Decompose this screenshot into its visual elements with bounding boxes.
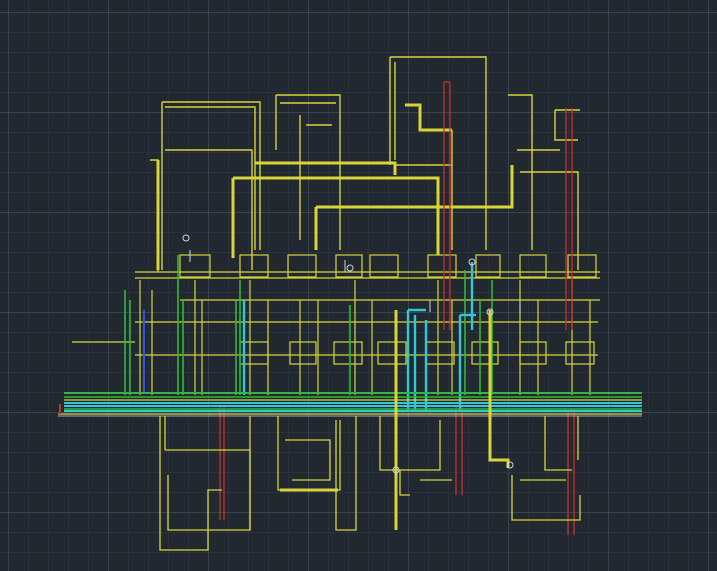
equipment-row-bottom <box>72 321 598 365</box>
piping-layout-drawing[interactable] <box>0 0 717 571</box>
pipe-run <box>399 470 410 496</box>
vertical-drops <box>139 280 591 395</box>
header-pipe <box>233 176 440 255</box>
manifold-block <box>471 341 499 365</box>
header-pipe <box>255 161 397 175</box>
fitting-marker <box>346 264 354 272</box>
manifold-block <box>287 254 317 278</box>
manifold-block <box>475 254 501 278</box>
manifold-block <box>425 341 455 365</box>
fitting-marker <box>182 234 190 242</box>
manifold-block <box>427 254 457 278</box>
manifold-block <box>369 254 399 278</box>
manifold-block <box>519 254 547 278</box>
pipe-run <box>276 94 341 250</box>
header-pipe <box>316 165 514 209</box>
manifold-block <box>335 254 363 278</box>
equipment-row-top <box>135 254 600 301</box>
pipe-run <box>285 439 331 481</box>
main-bus-bands <box>58 392 642 417</box>
manifold-block <box>179 254 211 278</box>
pipe-run <box>277 416 341 491</box>
cyan-risers <box>242 262 476 410</box>
pipe-run <box>379 416 441 471</box>
pipe-run <box>165 149 253 270</box>
manifold-block <box>333 341 363 365</box>
main-header-runs <box>156 103 514 270</box>
pipe-run <box>162 101 261 250</box>
pipe-run <box>335 416 357 531</box>
manifold-block <box>289 341 317 365</box>
manifold-block <box>519 341 547 365</box>
lower-thick-drops <box>280 310 510 530</box>
manifold-block <box>239 254 269 278</box>
pipe-run <box>511 475 581 521</box>
manifold-block <box>377 341 407 365</box>
header-pipe <box>405 103 452 132</box>
cad-model-space[interactable] <box>0 0 717 571</box>
fittings <box>182 234 521 474</box>
lower-pipe-network <box>159 416 581 551</box>
